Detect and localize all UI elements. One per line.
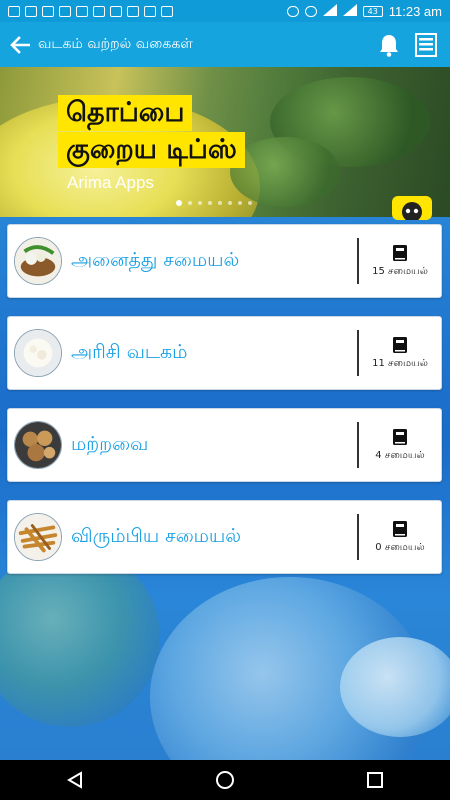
- recipe-count: 0 சமையல்: [359, 520, 441, 554]
- mute-icon: [286, 5, 299, 17]
- notification-icon: [161, 5, 173, 17]
- list-icon: [415, 32, 437, 57]
- notification-icon: [8, 5, 20, 17]
- recipe-count-text: 11 சமையல்: [372, 358, 428, 369]
- carousel-dot[interactable]: [248, 201, 252, 205]
- notification-icon: [93, 5, 105, 17]
- nav-back-button[interactable]: [45, 760, 105, 800]
- recipe-count: 11 சமையல்: [359, 336, 441, 370]
- banner-title-line2: குறைய டிப்ஸ்: [58, 132, 245, 168]
- nav-home-button[interactable]: [195, 760, 255, 800]
- back-button[interactable]: [2, 22, 38, 67]
- recipe-count: 15 சமையல்: [359, 244, 441, 278]
- notification-icons: [8, 5, 173, 17]
- recipe-count-text: 4 சமையல்: [375, 450, 425, 461]
- notification-icon: [59, 5, 71, 17]
- carousel-dot[interactable]: [198, 201, 202, 205]
- notification-icon: [42, 5, 54, 17]
- bell-icon: [380, 34, 398, 57]
- page-title: வடகம் வற்றல் வகைகள்: [38, 35, 193, 52]
- notifications-button[interactable]: [372, 22, 406, 67]
- banner-title-line1: தொப்பை: [58, 95, 193, 131]
- carousel-dot[interactable]: [176, 200, 182, 206]
- book-icon: [393, 337, 407, 353]
- nav-recents-button[interactable]: [345, 760, 405, 800]
- book-icon: [393, 245, 407, 261]
- category-card-others[interactable]: மற்றவை 4 சமையல்: [7, 408, 442, 482]
- category-label: அரிசி வடகம்: [71, 340, 188, 363]
- notification-icon: [110, 5, 122, 17]
- category-label: விரும்பிய சமையல்: [71, 524, 242, 547]
- status-time: 11:23 am: [388, 3, 442, 19]
- category-thumbnail: [14, 329, 62, 377]
- circle-home-icon: [216, 771, 234, 789]
- category-thumbnail: [14, 421, 62, 469]
- notification-icon: [144, 5, 156, 17]
- banner-subtitle: Arima Apps: [67, 173, 154, 192]
- carousel-dot[interactable]: [208, 201, 212, 205]
- category-card-rice-vadagam[interactable]: அரிசி வடகம் 11 சமையல்: [7, 316, 442, 390]
- menu-button[interactable]: [406, 22, 446, 67]
- image-icon: [127, 5, 139, 17]
- signal-icon: [322, 3, 337, 19]
- category-label: அனைத்து சமையல்: [71, 248, 240, 271]
- square-recents-icon: [367, 772, 383, 788]
- system-icons: 43 11:23 am: [286, 3, 442, 19]
- carousel-dot[interactable]: [188, 201, 192, 205]
- battery-icon: 43: [362, 5, 383, 17]
- carousel-dot[interactable]: [218, 201, 222, 205]
- category-card-all[interactable]: அனைத்து சமையல் 15 சமையல்: [7, 224, 442, 298]
- signal-icon: [342, 3, 357, 19]
- book-icon: [393, 521, 407, 537]
- category-label: மற்றவை: [71, 432, 149, 455]
- recipe-count-text: 0 சமையல்: [375, 542, 425, 553]
- category-card-favorites[interactable]: விரும்பிய சமையல் 0 சமையல்: [7, 500, 442, 574]
- navigation-bar: [0, 760, 450, 800]
- carousel-dot[interactable]: [228, 201, 232, 205]
- category-thumbnail: [14, 513, 62, 561]
- garlic-image: [340, 637, 450, 737]
- leaf-image: [230, 137, 340, 207]
- carousel-indicator: [176, 200, 252, 206]
- category-thumbnail: [14, 237, 62, 285]
- recipe-count-text: 15 சமையல்: [372, 266, 428, 277]
- app-bar: வடகம் வற்றல் வகைகள்: [0, 22, 450, 67]
- recipe-count: 4 சமையல்: [359, 428, 441, 462]
- alarm-icon: [304, 5, 317, 17]
- triangle-back-icon: [67, 771, 82, 789]
- notification-icon: [76, 5, 88, 17]
- arrow-left-icon: [10, 35, 30, 54]
- content-background: [0, 217, 450, 760]
- carousel-dot[interactable]: [238, 201, 242, 205]
- app-logo: [392, 196, 432, 222]
- book-icon: [393, 429, 407, 445]
- promo-banner[interactable]: தொப்பை குறைய டிப்ஸ் Arima Apps: [0, 67, 450, 217]
- notification-icon: [25, 5, 37, 17]
- apple-image: [0, 547, 160, 727]
- status-bar: 43 11:23 am: [0, 0, 450, 22]
